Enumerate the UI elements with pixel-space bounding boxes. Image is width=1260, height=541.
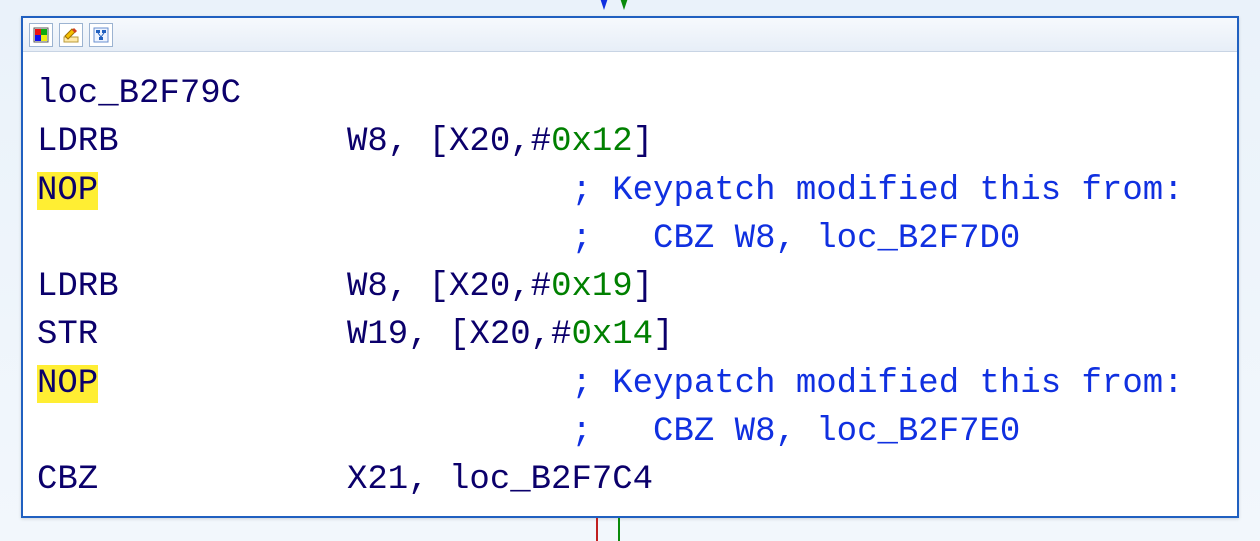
comment: ; Keypatch modified this from:: [571, 172, 1183, 210]
true-edge: [618, 518, 620, 541]
mnemonic: STR: [37, 311, 347, 359]
false-edge: [596, 518, 598, 541]
outgoing-edges: [0, 518, 1260, 541]
operand-reg: W8: [347, 268, 388, 306]
mnemonic: LDRB: [37, 118, 347, 166]
node-toolbar: [23, 18, 1237, 52]
color-icon[interactable]: [29, 23, 53, 47]
operand-reg: X20: [449, 268, 510, 306]
basic-block-node[interactable]: loc_B2F79C LDRBW8, [X20,#0x12] NOP ; Key…: [21, 16, 1239, 518]
comment: ; CBZ W8, loc_B2F7D0: [571, 220, 1020, 258]
mnemonic: LDRB: [37, 263, 347, 311]
operand-reg: W19: [347, 316, 408, 354]
operand-reg: X20: [469, 316, 530, 354]
operand-imm: 0x19: [551, 268, 633, 306]
disassembly-listing[interactable]: loc_B2F79C LDRBW8, [X20,#0x12] NOP ; Key…: [23, 52, 1237, 516]
comment: ; CBZ W8, loc_B2F7E0: [571, 413, 1020, 451]
edit-icon[interactable]: [59, 23, 83, 47]
operand-imm: 0x12: [551, 123, 633, 161]
block-label: loc_B2F79C: [37, 75, 241, 113]
operand-reg: X20: [449, 123, 510, 161]
mnemonic: NOP: [37, 365, 98, 403]
comment: ; Keypatch modified this from:: [571, 365, 1183, 403]
operand-reg: X21: [347, 461, 408, 499]
operand-imm: 0x14: [571, 316, 653, 354]
mnemonic: NOP: [37, 172, 98, 210]
mnemonic: CBZ: [37, 456, 347, 504]
operand-reg: W8: [347, 123, 388, 161]
operand-label[interactable]: loc_B2F7C4: [449, 461, 653, 499]
graph-icon[interactable]: [89, 23, 113, 47]
